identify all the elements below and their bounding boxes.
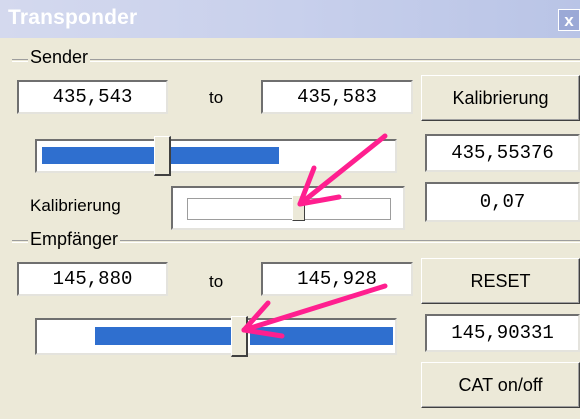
- arrow-to-calibration-slider: [297, 133, 388, 207]
- receiver-group-label: Empfänger: [28, 229, 121, 250]
- arrow-to-receiver-slider: [241, 283, 388, 339]
- transponder-window: Transponder x Sender 435,543 to 435,583 …: [0, 0, 580, 419]
- sender-group-label: Sender: [28, 47, 91, 68]
